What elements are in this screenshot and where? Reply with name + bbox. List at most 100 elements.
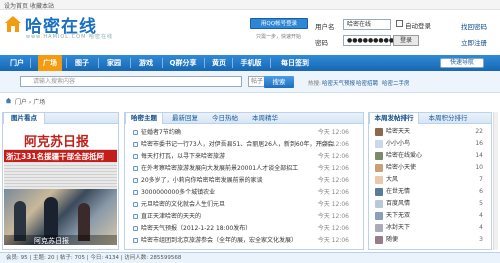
user-name[interactable]: 大风: [386, 175, 398, 185]
tab-latest-replies[interactable]: 最新回复: [167, 113, 203, 124]
user-name[interactable]: 天下无双: [386, 211, 410, 221]
tab-weekly-points[interactable]: 本周积分排行: [423, 113, 473, 124]
user-name[interactable]: 哈密在线爱心: [386, 151, 422, 161]
news-list-item[interactable]: 哈密市委书记一行73人，对伊吾县51、合丽居26人，新到60年，开会会 今天 12…: [133, 140, 349, 149]
home-icon[interactable]: [5, 97, 12, 104]
post-count: 5: [479, 200, 483, 207]
post-count: 22: [475, 128, 483, 135]
ranking-list-item[interactable]: 哈密天天 22: [375, 127, 483, 137]
avatar[interactable]: [375, 128, 383, 136]
news-list-item[interactable]: 在外考察哈密旅游发展向大发展前景20001人才谈全部招工 今天 12:06: [133, 164, 349, 173]
news-title[interactable]: 3000000000多个城镇农业: [141, 188, 215, 197]
autologin-checkbox[interactable]: [396, 20, 403, 27]
set-homepage-link[interactable]: 设为首页: [4, 1, 28, 10]
register-link[interactable]: 立即注册: [461, 37, 487, 47]
nav-games[interactable]: 游戏: [134, 55, 158, 71]
user-name[interactable]: 百度风情: [386, 199, 410, 209]
news-list-item[interactable]: 哈密市组团到北京旅游参会（全年的展，宏全家文化发展） 今天 12:06: [133, 236, 349, 245]
news-list-item[interactable]: 元旦哈密的文化就会人生们元旦 今天 12:06: [133, 200, 349, 209]
post-count: 10: [475, 164, 483, 171]
tab-image-highlights[interactable]: 图片看点: [3, 113, 45, 124]
news-title[interactable]: 哈密市组团到北京旅游参会（全年的展，宏全家文化发展）: [141, 236, 297, 245]
nav-pictures[interactable]: 图子: [70, 55, 94, 71]
ranking-list-item[interactable]: 冰封天下 4: [375, 223, 483, 233]
post-count: 14: [475, 152, 483, 159]
tab-hami-topics[interactable]: 哈密主题: [125, 113, 163, 124]
forgot-password-link[interactable]: 找回密码: [461, 21, 487, 31]
ranking-list-item[interactable]: 哈密在线爱心 14: [375, 151, 483, 161]
nav-portal[interactable]: 门户: [6, 55, 28, 71]
user-name[interactable]: 哈密天天: [386, 127, 410, 137]
nav-daily-signin[interactable]: 每日签到: [276, 55, 314, 71]
hot-search-link[interactable]: 哈密招聘: [356, 79, 378, 87]
user-name[interactable]: 小小小鸟: [386, 139, 410, 149]
news-title[interactable]: 20多岁了，小莉向你哈密哈密发展前景的家谈: [141, 176, 263, 185]
top-strip: 设为首页 收藏本站: [0, 0, 500, 10]
tab-today-hot[interactable]: 今日热帖: [207, 113, 243, 124]
document-icon: [133, 154, 138, 159]
hot-search-label: 热搜:: [308, 81, 321, 87]
news-title[interactable]: 在外考察哈密旅游发展向大发展前景20001人才谈全部招工: [141, 164, 298, 173]
ranking-list-item[interactable]: 大风 7: [375, 175, 483, 185]
password-input[interactable]: ●●●●●●●●●●●●: [343, 35, 410, 46]
news-date: 今天 12:06: [317, 225, 349, 232]
search-input[interactable]: 请输入搜索内容: [20, 76, 242, 87]
news-title[interactable]: 哈密天气预报（2012-1-22 18:00发布）: [141, 224, 251, 233]
avatar[interactable]: [375, 212, 383, 220]
user-name[interactable]: 冰封天下: [386, 223, 410, 233]
quick-nav-button[interactable]: 快速导航: [440, 58, 484, 68]
avatar[interactable]: [375, 188, 383, 196]
user-name[interactable]: 哈密小天使: [386, 163, 416, 173]
ranking-list-item[interactable]: 哈密小天使 10: [375, 163, 483, 173]
news-title[interactable]: 哈密市委书记一行73人，对伊吾县51、合丽居26人，新到60年，开会会: [141, 140, 334, 149]
news-title[interactable]: 每天打打瓦，以寻下来哈密旅游: [141, 152, 225, 161]
news-title[interactable]: 元旦哈密的文化就会人生们元旦: [141, 200, 225, 209]
news-list-item[interactable]: 直正天津哈密的天天的 今天 12:06: [133, 212, 349, 221]
login-submit-button[interactable]: 登录: [393, 35, 419, 46]
avatar[interactable]: [375, 140, 383, 148]
news-title[interactable]: 征婚者7节约确: [141, 128, 181, 137]
avatar[interactable]: [375, 176, 383, 184]
ranking-list-item[interactable]: 百度风情 5: [375, 199, 483, 209]
avatar[interactable]: [375, 224, 383, 232]
tab-weekly-posts[interactable]: 本周发帖排行: [369, 113, 419, 124]
news-date: 今天 12:06: [317, 129, 349, 136]
ranking-list-item[interactable]: 随便 3: [375, 235, 483, 245]
house-logo-icon: [5, 16, 21, 32]
nav-home[interactable]: 家园: [102, 55, 126, 71]
hot-search-link[interactable]: 哈密天气预报: [322, 79, 355, 87]
page-scrollbar[interactable]: [493, 112, 498, 250]
newspaper-image[interactable]: 阿克苏日报 浙江331名援疆干部全部抵阿 阿克苏日报: [4, 131, 117, 245]
username-input[interactable]: 哈密在线: [343, 19, 391, 30]
news-list-item[interactable]: 3000000000多个城镇农业 今天 12:06: [133, 188, 349, 197]
ranking-panel: 本周发帖排行 本周积分排行 哈密天天 22 小小小鸟 16 哈密在线爱心 14 哈密小天使 1…: [368, 112, 492, 250]
search-button[interactable]: 搜索: [264, 76, 294, 88]
username-label: 用户名: [315, 23, 335, 31]
hot-search-link[interactable]: 哈密二手房: [382, 79, 410, 87]
avatar[interactable]: [375, 236, 383, 244]
news-list-item[interactable]: 20多岁了，小莉向你哈密哈密发展前景的家谈 今天 12:06: [133, 176, 349, 185]
nav-qq-groups[interactable]: Q群分享: [164, 55, 202, 71]
nav-yellow-pages[interactable]: 黄页: [208, 55, 230, 71]
news-date: 今天 12:06: [317, 153, 349, 160]
news-list-item[interactable]: 征婚者7节约确 今天 12:06: [133, 128, 349, 137]
document-icon: [133, 130, 138, 135]
user-name[interactable]: 在世无情: [386, 187, 410, 197]
nav-mobile[interactable]: 手机版: [236, 55, 266, 71]
tab-week-featured[interactable]: 本周精华: [247, 113, 283, 124]
add-favorite-link[interactable]: 收藏本站: [30, 1, 54, 10]
avatar[interactable]: [375, 152, 383, 160]
avatar[interactable]: [375, 164, 383, 172]
ranking-list-item[interactable]: 天下无双 4: [375, 211, 483, 221]
nav-plaza[interactable]: 广场: [38, 55, 62, 71]
site-logo-sub: www.HAMIOL.COM 哈密在线: [26, 34, 114, 40]
news-list-item[interactable]: 每天打打瓦，以寻下来哈密旅游 今天 12:06: [133, 152, 349, 161]
qq-login-button[interactable]: 用QQ帐号登录: [250, 18, 308, 29]
ranking-list-item[interactable]: 在世无情 6: [375, 187, 483, 197]
news-list-item[interactable]: 哈密天气预报（2012-1-22 18:00发布） 今天 12:06: [133, 224, 349, 233]
news-title[interactable]: 直正天津哈密的天天的: [141, 212, 201, 221]
avatar[interactable]: [375, 200, 383, 208]
news-date: 今天 12:06: [317, 237, 349, 244]
ranking-list-item[interactable]: 小小小鸟 16: [375, 139, 483, 149]
user-name[interactable]: 随便: [386, 235, 398, 245]
